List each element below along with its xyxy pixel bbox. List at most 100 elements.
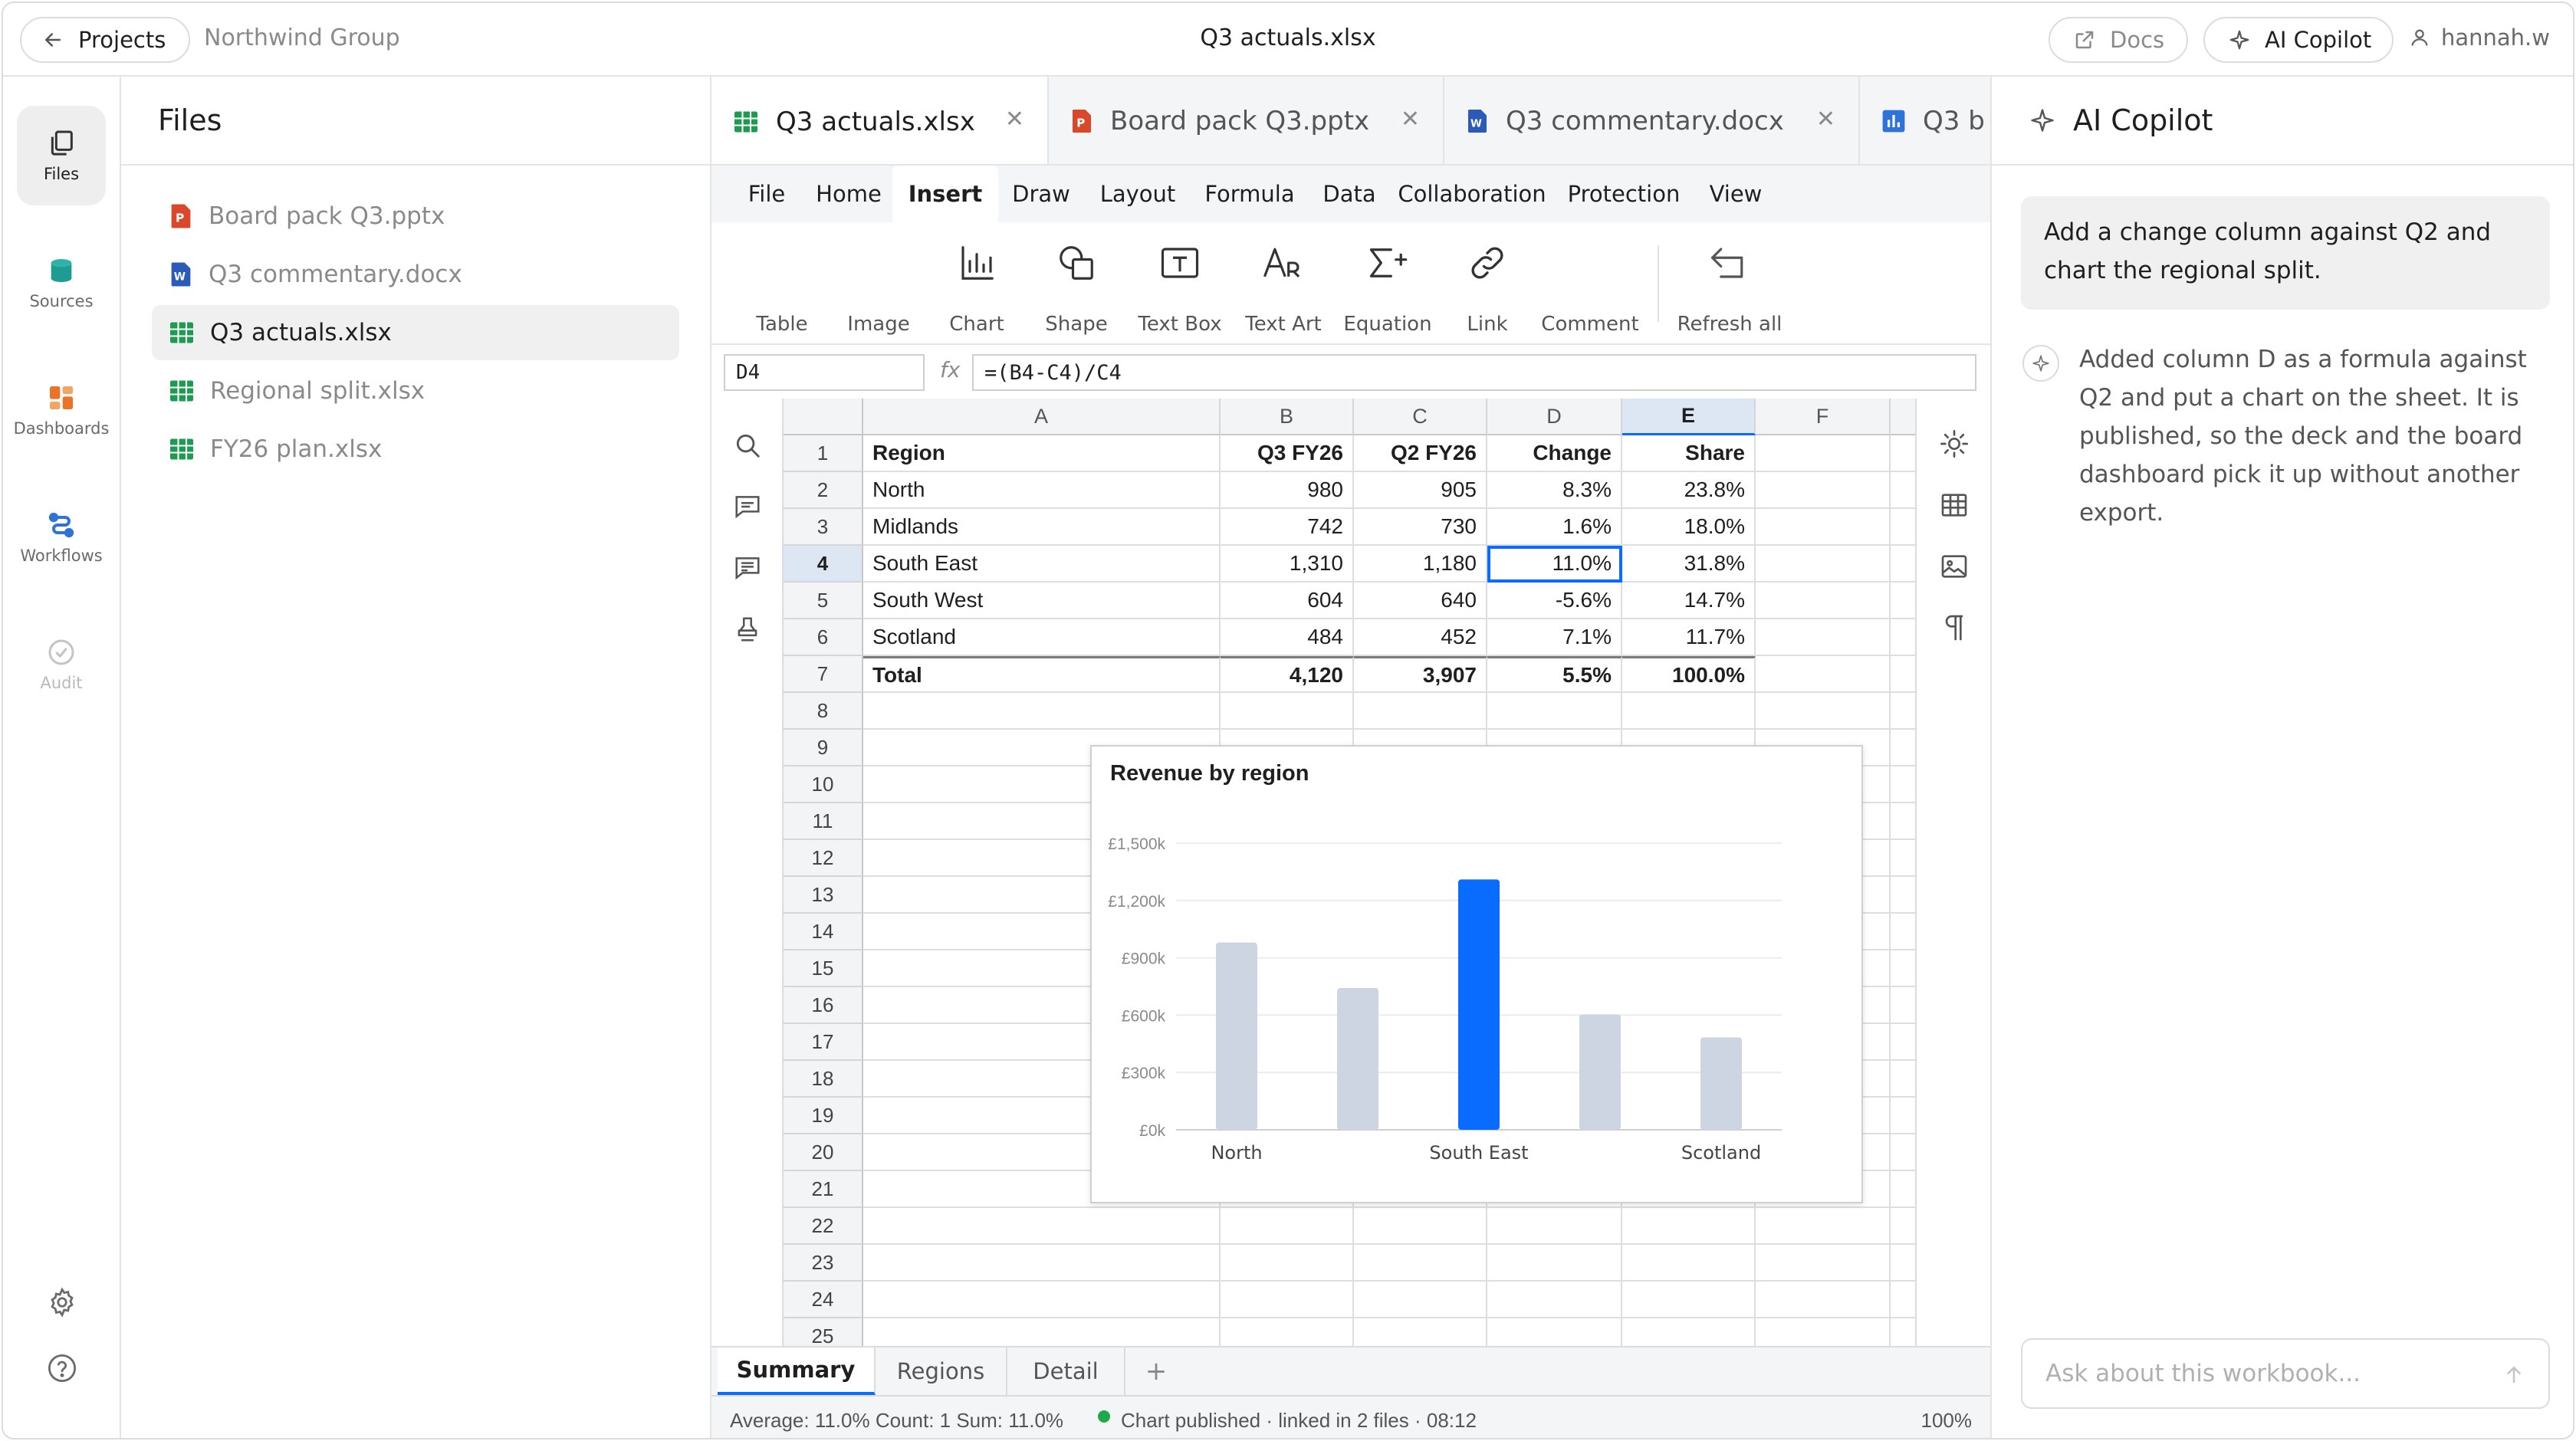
menu-view[interactable]: View	[1699, 166, 1773, 222]
cell[interactable]: 604	[1221, 583, 1354, 619]
row-header[interactable]: 17	[784, 1024, 863, 1061]
ribbon-table-button[interactable]: Table	[739, 236, 825, 336]
file-item-fy26-plan[interactable]: FY26 plan.xlsx	[152, 422, 679, 477]
cell[interactable]: -5.6%	[1487, 583, 1622, 619]
ai-copilot-button[interactable]: AI Copilot	[2203, 17, 2394, 63]
row-header[interactable]: 14	[784, 914, 863, 950]
cell[interactable]: 7.1%	[1487, 619, 1622, 656]
cell[interactable]	[1891, 730, 1915, 766]
cell[interactable]: 1,180	[1354, 546, 1487, 583]
row-header[interactable]: 10	[784, 766, 863, 803]
cell[interactable]	[1891, 766, 1915, 803]
cell[interactable]	[1221, 693, 1354, 730]
notes-tool-button[interactable]	[730, 550, 765, 586]
cell[interactable]: 1.6%	[1487, 509, 1622, 546]
ribbon-shape-button[interactable]: Shape	[1033, 236, 1119, 336]
cell[interactable]: South East	[863, 546, 1221, 583]
cell[interactable]: 742	[1221, 509, 1354, 546]
formula-input[interactable]: =(B4-C4)/C4	[972, 354, 1976, 391]
cell[interactable]	[1891, 803, 1915, 840]
cell[interactable]: 980	[1221, 472, 1354, 509]
cell[interactable]	[863, 1245, 1221, 1282]
chart-bar[interactable]	[1579, 1014, 1621, 1130]
image-tool-button[interactable]	[1937, 549, 1972, 584]
column-header[interactable]: D	[1487, 399, 1622, 435]
cell[interactable]	[1354, 1282, 1487, 1318]
help-button[interactable]	[43, 1349, 81, 1387]
cell[interactable]: 3,907	[1354, 656, 1487, 693]
cell[interactable]	[1221, 1208, 1354, 1245]
search-tool-button[interactable]	[730, 428, 765, 463]
cell[interactable]	[1891, 1134, 1915, 1171]
row-header[interactable]: 12	[784, 840, 863, 877]
row-header[interactable]: 1	[784, 435, 863, 472]
breadcrumb[interactable]: Northwind Group	[204, 25, 400, 51]
ribbon-chart-button[interactable]: Chart	[934, 236, 1020, 336]
cell[interactable]	[1891, 1024, 1915, 1061]
rail-item-workflows[interactable]: Workflows	[17, 487, 106, 587]
name-box[interactable]: D4	[724, 354, 925, 391]
row-header[interactable]: 21	[784, 1171, 863, 1208]
cell[interactable]	[1622, 1208, 1756, 1245]
ribbon-image-button[interactable]: Image	[836, 236, 922, 336]
cell[interactable]	[1891, 1282, 1915, 1318]
cell[interactable]: 23.8%	[1622, 472, 1756, 509]
row-header[interactable]: 8	[784, 693, 863, 730]
row-header[interactable]: 16	[784, 987, 863, 1024]
row-header[interactable]: 23	[784, 1245, 863, 1282]
cell[interactable]	[1354, 693, 1487, 730]
menu-insert[interactable]: Insert	[892, 166, 998, 222]
cell[interactable]	[1891, 656, 1915, 693]
row-header[interactable]: 19	[784, 1098, 863, 1134]
cell[interactable]: Midlands	[863, 509, 1221, 546]
cell[interactable]: 4,120	[1221, 656, 1354, 693]
column-header[interactable]: G	[1891, 399, 1915, 435]
cell[interactable]	[1756, 472, 1891, 509]
copilot-input[interactable]	[2045, 1360, 2475, 1387]
row-header[interactable]: 2	[784, 472, 863, 509]
cell[interactable]: 8.3%	[1487, 472, 1622, 509]
row-header[interactable]: 22	[784, 1208, 863, 1245]
column-header[interactable]: E	[1622, 399, 1756, 435]
menu-layout[interactable]: Layout	[1092, 166, 1184, 222]
sheet-tab-regions[interactable]: Regions	[876, 1347, 1007, 1395]
row-header[interactable]: 6	[784, 619, 863, 656]
cell[interactable]: Scotland	[863, 619, 1221, 656]
file-item-board-pack[interactable]: P Board pack Q3.pptx	[152, 189, 679, 244]
cell[interactable]: 1,310	[1221, 546, 1354, 583]
row-header[interactable]: 5	[784, 583, 863, 619]
row-header[interactable]: 18	[784, 1061, 863, 1098]
row-header[interactable]: 13	[784, 877, 863, 914]
cell[interactable]	[1756, 1282, 1891, 1318]
ribbon-equation-button[interactable]: Equation	[1336, 236, 1440, 336]
cell[interactable]: 31.8%	[1622, 546, 1756, 583]
cell[interactable]	[1756, 619, 1891, 656]
row-header[interactable]: 3	[784, 509, 863, 546]
cell[interactable]	[863, 1208, 1221, 1245]
file-item-q3-actuals[interactable]: Q3 actuals.xlsx	[152, 305, 679, 360]
cell[interactable]: 484	[1221, 619, 1354, 656]
cell[interactable]	[1487, 1282, 1622, 1318]
sheet-tab-detail[interactable]: Detail	[1007, 1347, 1125, 1395]
menu-formula[interactable]: Formula	[1196, 166, 1303, 222]
cell[interactable]	[1354, 1245, 1487, 1282]
cell[interactable]	[1891, 472, 1915, 509]
cell[interactable]: 5.5%	[1487, 656, 1622, 693]
row-header[interactable]: 7	[784, 656, 863, 693]
cell[interactable]	[1891, 619, 1915, 656]
cell[interactable]: South West	[863, 583, 1221, 619]
cell[interactable]: 730	[1354, 509, 1487, 546]
cell[interactable]	[863, 693, 1221, 730]
cell[interactable]	[1756, 509, 1891, 546]
cell[interactable]	[1487, 693, 1622, 730]
cell[interactable]	[1487, 1208, 1622, 1245]
cell[interactable]	[1756, 435, 1891, 472]
row-header[interactable]: 20	[784, 1134, 863, 1171]
cell[interactable]: Region	[863, 435, 1221, 472]
column-header[interactable]: A	[863, 399, 1221, 435]
settings-button[interactable]	[43, 1283, 81, 1321]
select-all-corner[interactable]	[784, 399, 863, 435]
ribbon-comment-button[interactable]: Comment	[1535, 236, 1645, 336]
cell[interactable]: Q2 FY26	[1354, 435, 1487, 472]
column-header[interactable]: C	[1354, 399, 1487, 435]
